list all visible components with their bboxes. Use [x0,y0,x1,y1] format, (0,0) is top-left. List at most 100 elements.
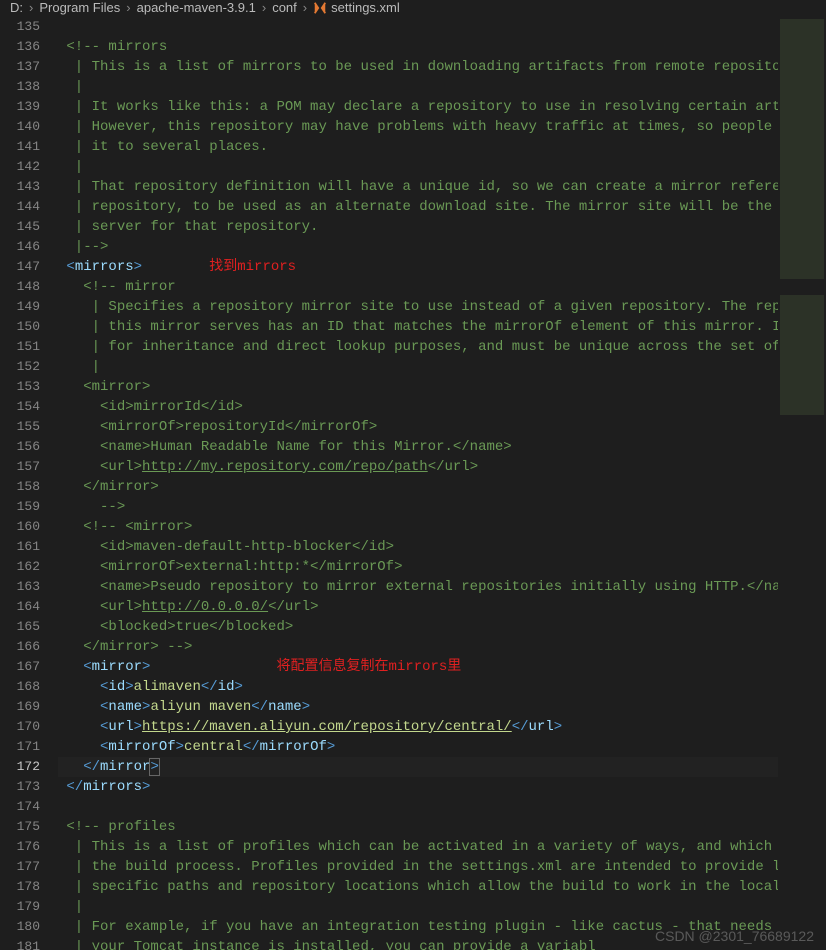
code-line[interactable]: <url>https://maven.aliyun.com/repository… [58,717,778,737]
code-line[interactable]: <name>Human Readable Name for this Mirro… [58,437,778,457]
breadcrumb[interactable]: D:› Program Files› apache-maven-3.9.1› c… [0,0,826,15]
line-number: 171 [0,737,40,757]
code-line[interactable]: <url>http://my.repository.com/repo/path<… [58,457,778,477]
code-editor-area[interactable]: <!-- mirrors | This is a list of mirrors… [58,15,778,950]
code-line[interactable]: <id>maven-default-http-blocker</id> [58,537,778,557]
line-number: 160 [0,517,40,537]
code-line[interactable]: </mirrors> [58,777,778,797]
line-number: 149 [0,297,40,317]
line-number: 180 [0,917,40,937]
breadcrumb-item[interactable]: apache-maven-3.9.1 [137,0,256,15]
code-line[interactable]: <mirrorOf>central</mirrorOf> [58,737,778,757]
code-line[interactable]: | repository, to be used as an alternate… [58,197,778,217]
line-number: 155 [0,417,40,437]
line-number: 152 [0,357,40,377]
line-number: 140 [0,117,40,137]
xml-file-icon [313,1,327,15]
code-line[interactable]: | [58,157,778,177]
code-line[interactable]: <name>Pseudo repository to mirror extern… [58,577,778,597]
minimap[interactable] [778,15,826,950]
line-number: 161 [0,537,40,557]
line-number: 135 [0,17,40,37]
line-number: 178 [0,877,40,897]
code-line[interactable]: <name>aliyun maven</name> [58,697,778,717]
code-line[interactable]: | this mirror serves has an ID that matc… [58,317,778,337]
line-number: 142 [0,157,40,177]
line-number: 177 [0,857,40,877]
line-number: 147 [0,257,40,277]
line-number: 163 [0,577,40,597]
breadcrumb-item[interactable]: conf [272,0,297,15]
line-number: 168 [0,677,40,697]
line-number: 150 [0,317,40,337]
breadcrumb-item[interactable]: D: [10,0,23,15]
code-line[interactable]: <mirrorOf>external:http:*</mirrorOf> [58,557,778,577]
line-number: 137 [0,57,40,77]
line-number: 170 [0,717,40,737]
line-number: 141 [0,137,40,157]
line-number: 157 [0,457,40,477]
code-line[interactable]: | That repository definition will have a… [58,177,778,197]
line-number: 167 [0,657,40,677]
line-number: 181 [0,937,40,950]
code-line[interactable]: <mirror> 将配置信息复制在mirrors里 [58,657,778,677]
watermark: CSDN @2301_76689122 [655,928,814,944]
code-line[interactable] [58,797,778,817]
code-line[interactable]: | [58,77,778,97]
line-number: 144 [0,197,40,217]
code-line[interactable]: </mirror> --> [58,637,778,657]
line-number: 143 [0,177,40,197]
code-line[interactable]: <blocked>true</blocked> [58,617,778,637]
code-line[interactable]: <!-- <mirror> [58,517,778,537]
code-line[interactable]: | [58,897,778,917]
line-number: 154 [0,397,40,417]
line-number: 172 [0,757,40,777]
code-line[interactable]: </mirror> [58,477,778,497]
code-line[interactable]: | This is a list of profiles which can b… [58,837,778,857]
line-number: 173 [0,777,40,797]
code-line[interactable]: --> [58,497,778,517]
line-number: 156 [0,437,40,457]
line-number: 166 [0,637,40,657]
code-line[interactable]: </mirror> [58,757,778,777]
code-line[interactable]: | Specifies a repository mirror site to … [58,297,778,317]
code-line[interactable]: <mirrorOf>repositoryId</mirrorOf> [58,417,778,437]
line-number: 148 [0,277,40,297]
code-line[interactable]: | [58,357,778,377]
code-line[interactable]: <!-- profiles [58,817,778,837]
code-line[interactable]: | server for that repository. [58,217,778,237]
code-line[interactable]: | for inheritance and direct lookup purp… [58,337,778,357]
line-number: 164 [0,597,40,617]
breadcrumb-file[interactable]: settings.xml [331,0,400,15]
breadcrumb-item[interactable]: Program Files [39,0,120,15]
code-line[interactable]: | it to several places. [58,137,778,157]
line-number: 145 [0,217,40,237]
code-line[interactable]: | However, this repository may have prob… [58,117,778,137]
code-line[interactable]: |--> [58,237,778,257]
code-line[interactable]: <!-- mirror [58,277,778,297]
code-line[interactable]: | It works like this: a POM may declare … [58,97,778,117]
line-number: 139 [0,97,40,117]
code-line[interactable]: | specific paths and repository location… [58,877,778,897]
line-number: 158 [0,477,40,497]
code-line[interactable]: <url>http://0.0.0.0/</url> [58,597,778,617]
code-line[interactable]: <id>mirrorId</id> [58,397,778,417]
line-number: 175 [0,817,40,837]
code-line[interactable]: | This is a list of mirrors to be used i… [58,57,778,77]
line-number: 169 [0,697,40,717]
code-line[interactable]: <mirrors> 找到mirrors [58,257,778,277]
code-line[interactable]: <mirror> [58,377,778,397]
line-number-gutter[interactable]: 1351361371381391401411421431441451461471… [0,15,58,950]
line-number: 165 [0,617,40,637]
line-number: 162 [0,557,40,577]
line-number: 174 [0,797,40,817]
code-line[interactable] [58,17,778,37]
line-number: 138 [0,77,40,97]
line-number: 159 [0,497,40,517]
line-number: 136 [0,37,40,57]
code-line[interactable]: <!-- mirrors [58,37,778,57]
line-number: 179 [0,897,40,917]
code-line[interactable]: | the build process. Profiles provided i… [58,857,778,877]
line-number: 151 [0,337,40,357]
code-line[interactable]: <id>alimaven</id> [58,677,778,697]
